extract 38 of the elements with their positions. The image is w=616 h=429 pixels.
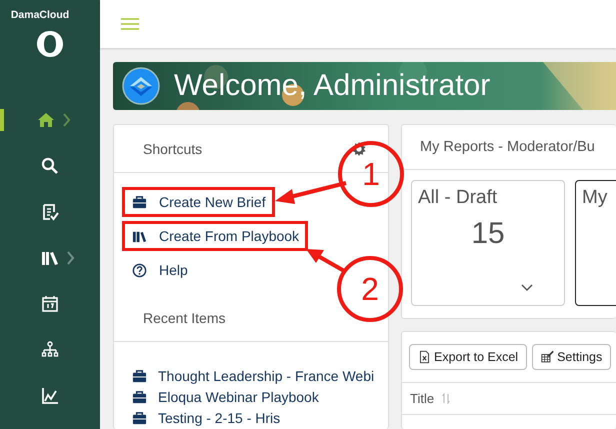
calendar-icon bbox=[40, 294, 60, 314]
tile-title: My bbox=[582, 187, 608, 209]
briefcase-icon bbox=[132, 410, 147, 426]
table-edit-icon bbox=[541, 350, 554, 364]
logo-icon bbox=[122, 67, 160, 105]
briefcase-icon bbox=[132, 368, 147, 384]
callout-number: 2 bbox=[337, 256, 403, 322]
shortcut-link[interactable]: Help bbox=[122, 255, 197, 285]
help-icon bbox=[132, 262, 147, 278]
home-icon bbox=[36, 110, 56, 130]
caret-icon[interactable] bbox=[521, 284, 533, 292]
panel-title: My Reports - Moderator/Bu bbox=[420, 139, 595, 155]
recent-item-link[interactable]: Eloqua Webinar Playbook bbox=[158, 389, 319, 405]
app-name: DamaCloud bbox=[10, 8, 70, 21]
callout-arrow bbox=[275, 181, 346, 204]
tile-count: 15 bbox=[471, 217, 505, 251]
shortcut-link[interactable]: Create From Playbook bbox=[122, 221, 308, 251]
briefcase-icon bbox=[132, 194, 147, 210]
callout-number: 1 bbox=[338, 141, 404, 207]
toolbar-button[interactable]: Settings bbox=[532, 344, 612, 370]
recent-item-link[interactable]: Testing - 2-15 - Hris bbox=[158, 410, 280, 426]
column-header[interactable]: Title bbox=[410, 391, 434, 406]
document-check-icon bbox=[40, 202, 60, 222]
panel-title: Shortcuts bbox=[143, 140, 202, 156]
recent-item-link[interactable]: Thought Leadership - France Webi bbox=[158, 368, 374, 384]
report-tile[interactable]: All - Draft 15 bbox=[411, 180, 565, 306]
spreadsheet-icon bbox=[418, 350, 431, 364]
tile-title: All - Draft bbox=[418, 187, 498, 209]
line-chart-icon bbox=[40, 386, 60, 406]
report-tile[interactable]: My bbox=[575, 180, 616, 306]
logo-icon bbox=[35, 29, 65, 59]
shortcut-link[interactable]: Create New Brief bbox=[122, 187, 275, 217]
briefcase-icon bbox=[132, 390, 147, 404]
panel-title: Recent Items bbox=[143, 310, 226, 326]
toolbar-button[interactable]: Export to Excel bbox=[409, 344, 528, 370]
welcome-title: Welcome, Administrator bbox=[174, 69, 490, 103]
search-icon bbox=[40, 156, 60, 176]
settings-icon[interactable] bbox=[352, 142, 366, 156]
